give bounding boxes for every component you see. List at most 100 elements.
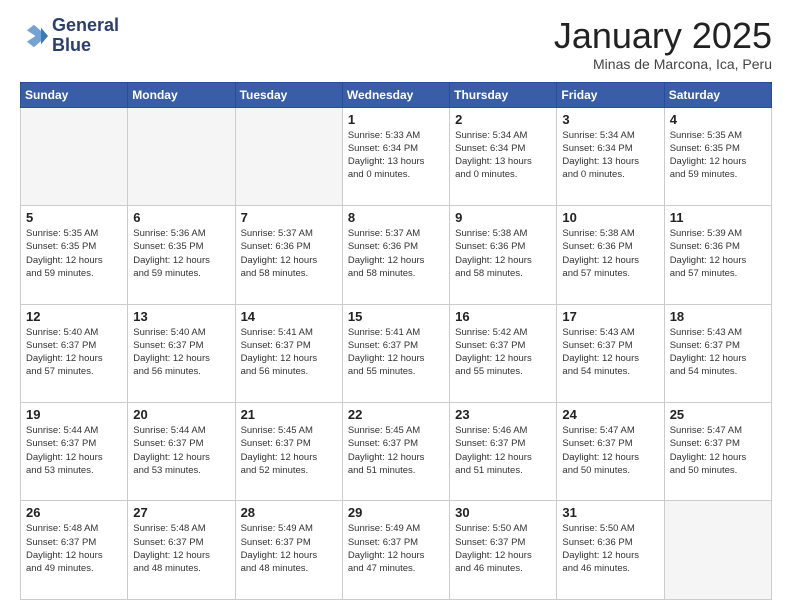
day-number: 19 (26, 407, 122, 422)
day-info: Sunrise: 5:40 AM Sunset: 6:37 PM Dayligh… (133, 326, 229, 379)
calendar-cell: 16Sunrise: 5:42 AM Sunset: 6:37 PM Dayli… (450, 304, 557, 402)
day-number: 26 (26, 505, 122, 520)
calendar-cell: 17 Sunrise: 5:43 AM Sunset: 6:37 PM Dayli… (557, 304, 664, 402)
day-number: 18 (670, 309, 766, 324)
day-info: Sunrise: 5:35 AM Sunset: 6:35 PM Dayligh… (26, 227, 122, 280)
day-info: Sunrise: 5:46 AM Sunset: 6:37 PM Dayligh… (455, 424, 551, 477)
day-info: Sunrise: 5:45 AM Sunset: 6:37 PM Dayligh… (241, 424, 337, 477)
day-info: Sunrise: 5:34 AM Sunset: 6:34 PM Dayligh… (562, 129, 658, 182)
day-number: 5 (26, 210, 122, 225)
day-info: Sunrise: 5:44 AM Sunset: 6:37 PM Dayligh… (133, 424, 229, 477)
calendar-cell: 2 Sunrise: 5:34 AM Sunset: 6:34 PM Daylig… (450, 107, 557, 205)
day-info: Sunrise: 5:48 AM Sunset: 6:37 PM Dayligh… (133, 522, 229, 575)
day-number: 16 (455, 309, 551, 324)
day-number: 7 (241, 210, 337, 225)
col-header-friday: Friday (557, 82, 664, 107)
subtitle: Minas de Marcona, Ica, Peru (554, 56, 772, 72)
calendar-cell: 10Sunrise: 5:38 AM Sunset: 6:36 PM Dayli… (557, 206, 664, 304)
day-number: 21 (241, 407, 337, 422)
calendar-header-row: SundayMondayTuesdayWednesdayThursdayFrid… (21, 82, 772, 107)
calendar-cell: 5 Sunrise: 5:35 AM Sunset: 6:35 PM Daylig… (21, 206, 128, 304)
calendar-cell: 30 Sunrise: 5:50 AM Sunset: 6:37 PM Dayli… (450, 501, 557, 600)
calendar-cell: 9 Sunrise: 5:38 AM Sunset: 6:36 PM Daylig… (450, 206, 557, 304)
calendar: SundayMondayTuesdayWednesdayThursdayFrid… (20, 82, 772, 600)
week-row-4: 26 Sunrise: 5:48 AM Sunset: 6:37 PM Dayli… (21, 501, 772, 600)
calendar-cell: 11 Sunrise: 5:39 AM Sunset: 6:36 PM Dayli… (664, 206, 771, 304)
calendar-cell: 19 Sunrise: 5:44 AM Sunset: 6:37 PM Dayli… (21, 403, 128, 501)
day-info: Sunrise: 5:35 AM Sunset: 6:35 PM Dayligh… (670, 129, 766, 182)
page: General Blue January 2025 Minas de Marco… (0, 0, 792, 612)
calendar-cell: 18Sunrise: 5:43 AM Sunset: 6:37 PM Dayli… (664, 304, 771, 402)
day-number: 12 (26, 309, 122, 324)
day-number: 15 (348, 309, 444, 324)
day-number: 22 (348, 407, 444, 422)
day-number: 29 (348, 505, 444, 520)
calendar-cell: 13 Sunrise: 5:40 AM Sunset: 6:37 PM Dayli… (128, 304, 235, 402)
day-info: Sunrise: 5:40 AM Sunset: 6:37 PM Dayligh… (26, 326, 122, 379)
calendar-cell (235, 107, 342, 205)
calendar-cell: 22 Sunrise: 5:45 AM Sunset: 6:37 PM Dayli… (342, 403, 449, 501)
day-info: Sunrise: 5:50 AM Sunset: 6:37 PM Dayligh… (455, 522, 551, 575)
day-info: Sunrise: 5:38 AM Sunset: 6:36 PM Dayligh… (562, 227, 658, 280)
day-number: 24 (562, 407, 658, 422)
calendar-cell (21, 107, 128, 205)
day-number: 11 (670, 210, 766, 225)
day-info: Sunrise: 5:37 AM Sunset: 6:36 PM Dayligh… (348, 227, 444, 280)
month-title: January 2025 (554, 16, 772, 56)
day-number: 17 (562, 309, 658, 324)
calendar-cell: 4Sunrise: 5:35 AM Sunset: 6:35 PM Daylig… (664, 107, 771, 205)
calendar-cell: 29 Sunrise: 5:49 AM Sunset: 6:37 PM Dayli… (342, 501, 449, 600)
logo-text: General Blue (52, 16, 119, 56)
logo: General Blue (20, 16, 119, 56)
day-info: Sunrise: 5:41 AM Sunset: 6:37 PM Dayligh… (348, 326, 444, 379)
calendar-cell: 21 Sunrise: 5:45 AM Sunset: 6:37 PM Dayli… (235, 403, 342, 501)
day-info: Sunrise: 5:33 AM Sunset: 6:34 PM Dayligh… (348, 129, 444, 182)
title-block: January 2025 Minas de Marcona, Ica, Peru (554, 16, 772, 72)
day-info: Sunrise: 5:49 AM Sunset: 6:37 PM Dayligh… (241, 522, 337, 575)
day-number: 30 (455, 505, 551, 520)
day-number: 25 (670, 407, 766, 422)
calendar-cell (128, 107, 235, 205)
day-info: Sunrise: 5:36 AM Sunset: 6:35 PM Dayligh… (133, 227, 229, 280)
day-number: 13 (133, 309, 229, 324)
calendar-cell (664, 501, 771, 600)
day-info: Sunrise: 5:45 AM Sunset: 6:37 PM Dayligh… (348, 424, 444, 477)
week-row-2: 12 Sunrise: 5:40 AM Sunset: 6:37 PM Dayli… (21, 304, 772, 402)
day-number: 9 (455, 210, 551, 225)
day-number: 28 (241, 505, 337, 520)
calendar-cell: 20 Sunrise: 5:44 AM Sunset: 6:37 PM Dayli… (128, 403, 235, 501)
day-info: Sunrise: 5:44 AM Sunset: 6:37 PM Dayligh… (26, 424, 122, 477)
col-header-sunday: Sunday (21, 82, 128, 107)
logo-line2: Blue (52, 36, 119, 56)
calendar-cell: 6 Sunrise: 5:36 AM Sunset: 6:35 PM Daylig… (128, 206, 235, 304)
day-info: Sunrise: 5:43 AM Sunset: 6:37 PM Dayligh… (562, 326, 658, 379)
calendar-cell: 28 Sunrise: 5:49 AM Sunset: 6:37 PM Dayli… (235, 501, 342, 600)
day-info: Sunrise: 5:47 AM Sunset: 6:37 PM Dayligh… (670, 424, 766, 477)
day-number: 3 (562, 112, 658, 127)
week-row-1: 5 Sunrise: 5:35 AM Sunset: 6:35 PM Daylig… (21, 206, 772, 304)
day-number: 14 (241, 309, 337, 324)
day-info: Sunrise: 5:34 AM Sunset: 6:34 PM Dayligh… (455, 129, 551, 182)
day-info: Sunrise: 5:49 AM Sunset: 6:37 PM Dayligh… (348, 522, 444, 575)
day-info: Sunrise: 5:41 AM Sunset: 6:37 PM Dayligh… (241, 326, 337, 379)
calendar-cell: 25 Sunrise: 5:47 AM Sunset: 6:37 PM Dayli… (664, 403, 771, 501)
day-info: Sunrise: 5:39 AM Sunset: 6:36 PM Dayligh… (670, 227, 766, 280)
day-number: 8 (348, 210, 444, 225)
week-row-0: 1Sunrise: 5:33 AM Sunset: 6:34 PM Daylig… (21, 107, 772, 205)
day-info: Sunrise: 5:50 AM Sunset: 6:36 PM Dayligh… (562, 522, 658, 575)
col-header-tuesday: Tuesday (235, 82, 342, 107)
calendar-cell: 7Sunrise: 5:37 AM Sunset: 6:36 PM Daylig… (235, 206, 342, 304)
col-header-thursday: Thursday (450, 82, 557, 107)
calendar-cell: 31Sunrise: 5:50 AM Sunset: 6:36 PM Dayli… (557, 501, 664, 600)
col-header-saturday: Saturday (664, 82, 771, 107)
week-row-3: 19 Sunrise: 5:44 AM Sunset: 6:37 PM Dayli… (21, 403, 772, 501)
col-header-monday: Monday (128, 82, 235, 107)
day-number: 2 (455, 112, 551, 127)
col-header-wednesday: Wednesday (342, 82, 449, 107)
calendar-cell: 23Sunrise: 5:46 AM Sunset: 6:37 PM Dayli… (450, 403, 557, 501)
day-info: Sunrise: 5:38 AM Sunset: 6:36 PM Dayligh… (455, 227, 551, 280)
day-number: 20 (133, 407, 229, 422)
calendar-cell: 3 Sunrise: 5:34 AM Sunset: 6:34 PM Daylig… (557, 107, 664, 205)
day-number: 6 (133, 210, 229, 225)
calendar-cell: 27Sunrise: 5:48 AM Sunset: 6:37 PM Dayli… (128, 501, 235, 600)
